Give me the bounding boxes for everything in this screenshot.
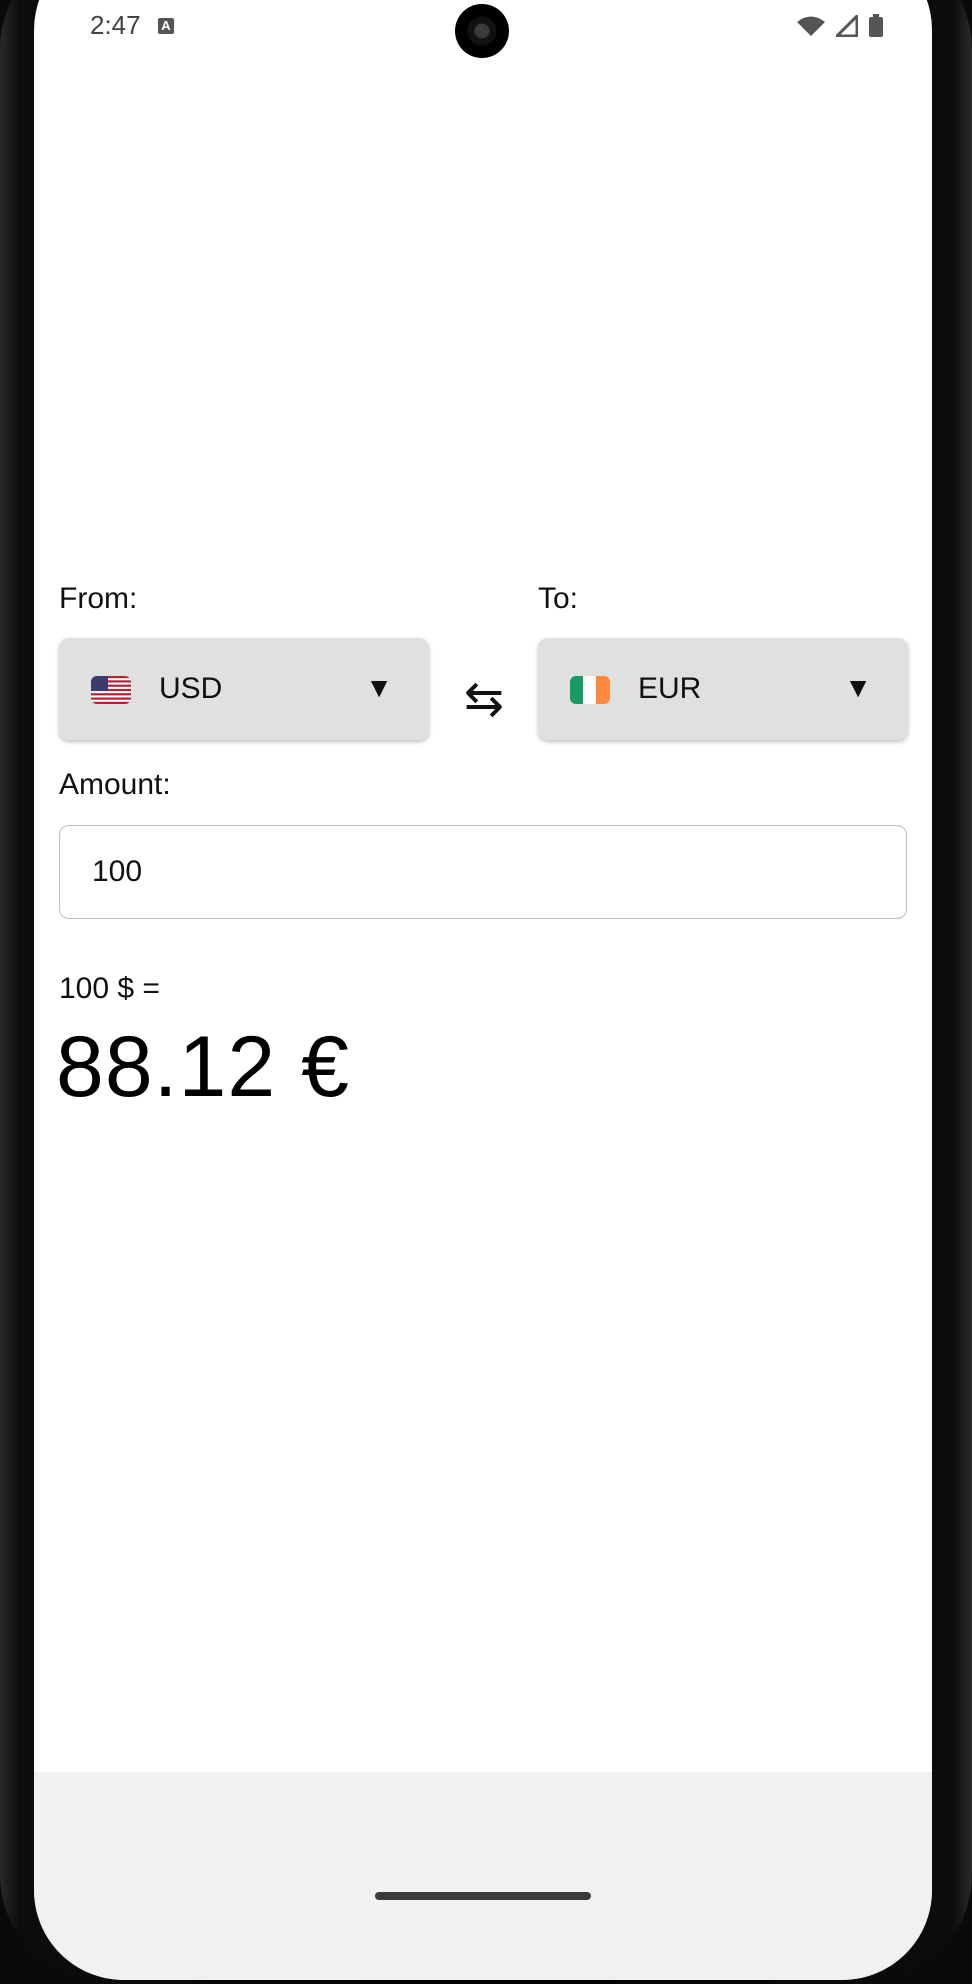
chevron-down-icon: ▼ xyxy=(365,672,393,703)
result-prefix: 100 $ = xyxy=(59,972,160,1005)
us-flag-icon xyxy=(91,676,131,704)
navigation-bar xyxy=(34,1772,932,1980)
from-currency-code: USD xyxy=(159,672,223,705)
from-label: From: xyxy=(59,582,138,615)
swap-currencies-button[interactable]: ⇆ xyxy=(454,670,514,730)
screen-content: From: To: USD ▼ ⇆ EUR ▼ Amount: 100 100 … xyxy=(34,0,932,1980)
to-currency-select[interactable]: EUR ▼ xyxy=(538,638,908,740)
phone-screen: 2:47 A From: To: USD ▼ ⇆ EUR ▼ Amount: 1… xyxy=(34,0,932,1980)
to-currency-code: EUR xyxy=(638,672,702,705)
converted-result: 88.12 € xyxy=(56,1019,350,1115)
ireland-flag-icon xyxy=(570,676,610,704)
home-indicator[interactable] xyxy=(375,1892,591,1900)
amount-label: Amount: xyxy=(59,768,171,801)
amount-input[interactable] xyxy=(59,825,907,919)
chevron-down-icon: ▼ xyxy=(844,672,872,703)
from-currency-select[interactable]: USD ▼ xyxy=(59,638,429,740)
to-label: To: xyxy=(538,582,579,615)
